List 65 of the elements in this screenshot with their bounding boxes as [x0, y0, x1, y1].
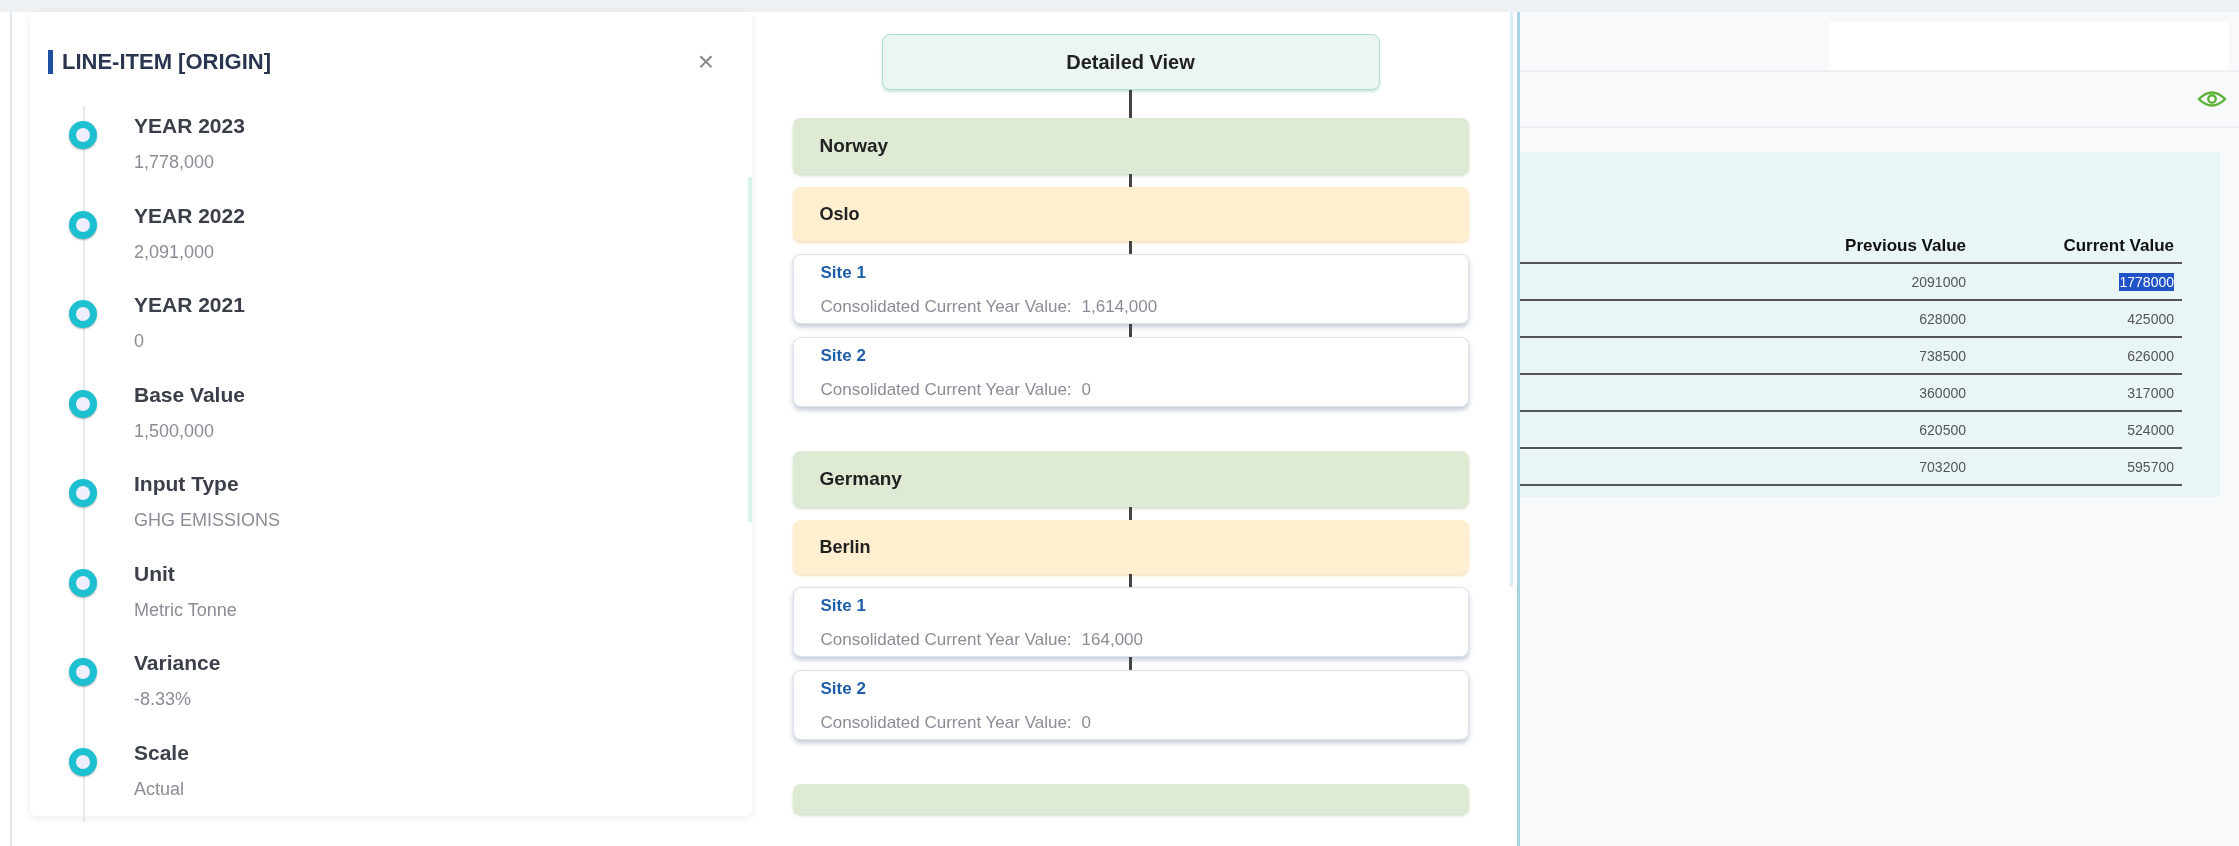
value-amount: 164,000 [1081, 630, 1144, 649]
connector-line [1129, 90, 1132, 118]
value-label: Consolidated Current Year Value: [820, 297, 1072, 316]
timeline-dot-icon [69, 300, 97, 328]
root-node: Detailed View [881, 34, 1380, 90]
timeline-dot-icon [69, 479, 97, 507]
country-node[interactable]: Norway [792, 118, 1469, 174]
table-cell-text: 628000 [1918, 310, 1966, 327]
table-cell: 626000 [2127, 346, 2174, 365]
value-label: Consolidated Current Year Value: [820, 380, 1072, 399]
item-label: Unit [134, 561, 176, 586]
table-cell: 1778000 [2119, 272, 2174, 291]
timeline-dot-icon [69, 747, 97, 776]
item-value: 1,500,000 [134, 420, 216, 442]
column-header: Previous Value [1844, 236, 1966, 256]
item-value: 0 [134, 331, 145, 352]
close-button[interactable]: × [687, 46, 724, 78]
item-label: Variance [134, 651, 221, 675]
site-node[interactable]: Site 1 Consolidated Current Year Value: 1,614,000 [792, 254, 1469, 324]
table-cell-text: 738500 [1918, 347, 1966, 364]
item-label: Scale [134, 740, 189, 765]
item-value: 1,778,000 [134, 152, 216, 173]
column-header: Current Value [2062, 236, 2175, 256]
eye-icon[interactable] [2197, 89, 2227, 109]
table-cell-text: 2091000 [1910, 273, 1966, 290]
table-cell-text: 620500 [1918, 421, 1966, 438]
item-value: -8.33% [134, 689, 193, 710]
item-value: Actual [134, 778, 186, 800]
value-amount: 0 [1081, 713, 1092, 732]
site-node[interactable]: Site 2 Consolidated Current Year Value: 0 [792, 337, 1469, 407]
timeline-dot-icon [69, 210, 97, 239]
timeline-dot-icon [69, 121, 97, 149]
accent-bar [48, 50, 53, 74]
value-label: Consolidated Current Year Value: [820, 713, 1072, 732]
country-node[interactable]: Germany [792, 451, 1469, 507]
item-value: Metric Tonne [134, 599, 237, 621]
site-node[interactable]: Site 2 Consolidated Current Year Value: 0 [792, 670, 1469, 740]
table-cell: 595700 [2127, 457, 2174, 476]
city-node[interactable]: Berlin [792, 520, 1469, 574]
timeline-dot-icon [69, 658, 97, 686]
timeline-dot-icon [69, 389, 97, 418]
item-value: 2,091,000 [134, 241, 216, 263]
item-value: GHG EMISSIONS [134, 510, 281, 531]
country-node[interactable] [792, 784, 1469, 814]
value-amount: 0 [1081, 380, 1092, 399]
value-label: Consolidated Current Year Value: [820, 630, 1072, 649]
item-label: YEAR 2021 [134, 293, 245, 317]
table-cell-text: 703200 [1918, 458, 1966, 475]
site-name: Site 2 [820, 679, 867, 699]
item-label: Input Type [134, 472, 240, 496]
value-amount: 1,614,000 [1081, 297, 1158, 316]
table-cell: 317000 [2127, 383, 2174, 402]
table-cell-text: 360000 [1918, 384, 1966, 401]
table-cell: 524000 [2127, 420, 2174, 439]
item-label: YEAR 2022 [134, 203, 245, 228]
table-cell: 425000 [2127, 309, 2174, 328]
city-node[interactable]: Oslo [792, 187, 1469, 241]
site-name: Site 1 [820, 596, 867, 616]
timeline-dot-icon [69, 568, 97, 597]
site-name: Site 2 [820, 346, 867, 366]
site-name: Site 1 [820, 263, 867, 283]
item-label: Base Value [134, 382, 245, 407]
site-node[interactable]: Site 1 Consolidated Current Year Value: 164,000 [792, 587, 1469, 657]
panel-title: LINE-ITEM [ORIGIN] [62, 49, 272, 75]
item-label: YEAR 2023 [134, 114, 245, 138]
